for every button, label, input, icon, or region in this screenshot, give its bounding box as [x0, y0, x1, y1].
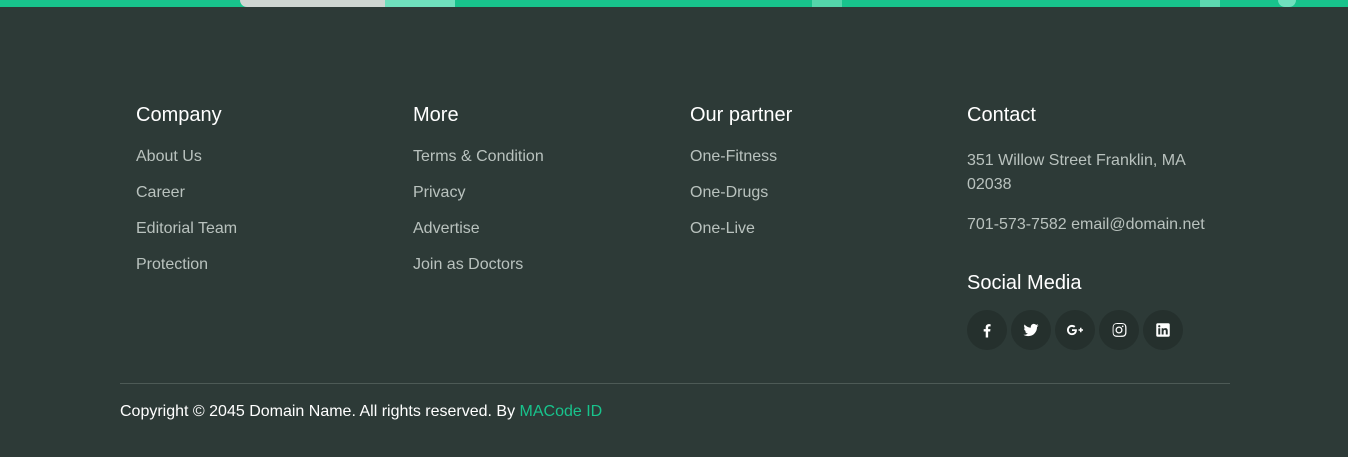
hero-bottom-strip	[0, 0, 1348, 7]
hero-image-edge	[385, 0, 455, 7]
footer-link-protection[interactable]: Protection	[136, 255, 208, 275]
footer-link-one-drugs[interactable]: One-Drugs	[690, 183, 768, 203]
linkedin-icon	[1156, 323, 1170, 337]
copyright-text: Copyright © 2045 Domain Name. All rights…	[120, 402, 602, 422]
footer-link-one-fitness[interactable]: One-Fitness	[690, 147, 777, 167]
column-title: More	[413, 104, 459, 126]
footer-link-about-us[interactable]: About Us	[136, 147, 202, 167]
google-plus-icon	[1066, 324, 1084, 336]
author-link[interactable]: MACode ID	[520, 403, 603, 420]
footer-column-company: Company About Us Career Editorial Team P…	[136, 103, 237, 291]
list-item: One-Drugs	[690, 183, 792, 219]
list-item: Terms & Condition	[413, 147, 544, 183]
footer-link-editorial-team[interactable]: Editorial Team	[136, 219, 237, 239]
list-item: One-Fitness	[690, 147, 792, 183]
contact-phone-email: 701-573-7582 email@domain.net	[967, 216, 1205, 233]
footer-link-terms[interactable]: Terms & Condition	[413, 147, 544, 167]
footer-column-contact: Contact 351 Willow Street Franklin, MA 0…	[967, 103, 1207, 350]
list-item: Protection	[136, 255, 237, 291]
list-item: One-Live	[690, 219, 792, 255]
footer-link-career[interactable]: Career	[136, 183, 185, 203]
list-item: Privacy	[413, 183, 544, 219]
contact-address: 351 Willow Street Franklin, MA 02038	[967, 152, 1185, 193]
instagram-button[interactable]	[1099, 310, 1139, 350]
twitter-button[interactable]	[1011, 310, 1051, 350]
list-item: About Us	[136, 147, 237, 183]
hero-image-edge	[812, 0, 842, 7]
list-item: Career	[136, 183, 237, 219]
column-title: Company	[136, 104, 222, 126]
footer-column-more: More Terms & Condition Privacy Advertise…	[413, 103, 544, 291]
footer-divider	[120, 383, 1230, 384]
link-list: One-Fitness One-Drugs One-Live	[690, 147, 792, 255]
list-item: Advertise	[413, 219, 544, 255]
google-plus-button[interactable]	[1055, 310, 1095, 350]
footer-link-privacy[interactable]: Privacy	[413, 183, 465, 203]
list-item: Editorial Team	[136, 219, 237, 255]
link-list: Terms & Condition Privacy Advertise Join…	[413, 147, 544, 291]
social-icons	[967, 310, 1183, 350]
hero-image-edge	[1200, 0, 1220, 7]
footer-link-join-doctors[interactable]: Join as Doctors	[413, 255, 523, 275]
column-title: Our partner	[690, 104, 793, 126]
footer-link-advertise[interactable]: Advertise	[413, 219, 480, 239]
footer-column-partner: Our partner One-Fitness One-Drugs One-Li…	[690, 103, 792, 255]
linkedin-button[interactable]	[1143, 310, 1183, 350]
hero-image-edge	[1278, 0, 1296, 7]
column-title: Contact	[967, 104, 1036, 126]
social-media-title: Social Media	[967, 272, 1082, 294]
footer-link-one-live[interactable]: One-Live	[690, 219, 755, 239]
list-item: Join as Doctors	[413, 255, 544, 291]
instagram-icon	[1112, 323, 1127, 337]
twitter-icon	[1023, 323, 1039, 337]
facebook-button[interactable]	[967, 310, 1007, 350]
copyright-label: Copyright © 2045 Domain Name. All rights…	[120, 403, 520, 420]
facebook-icon	[983, 324, 991, 338]
hero-image-edge	[240, 0, 390, 7]
link-list: About Us Career Editorial Team Protectio…	[136, 147, 237, 291]
